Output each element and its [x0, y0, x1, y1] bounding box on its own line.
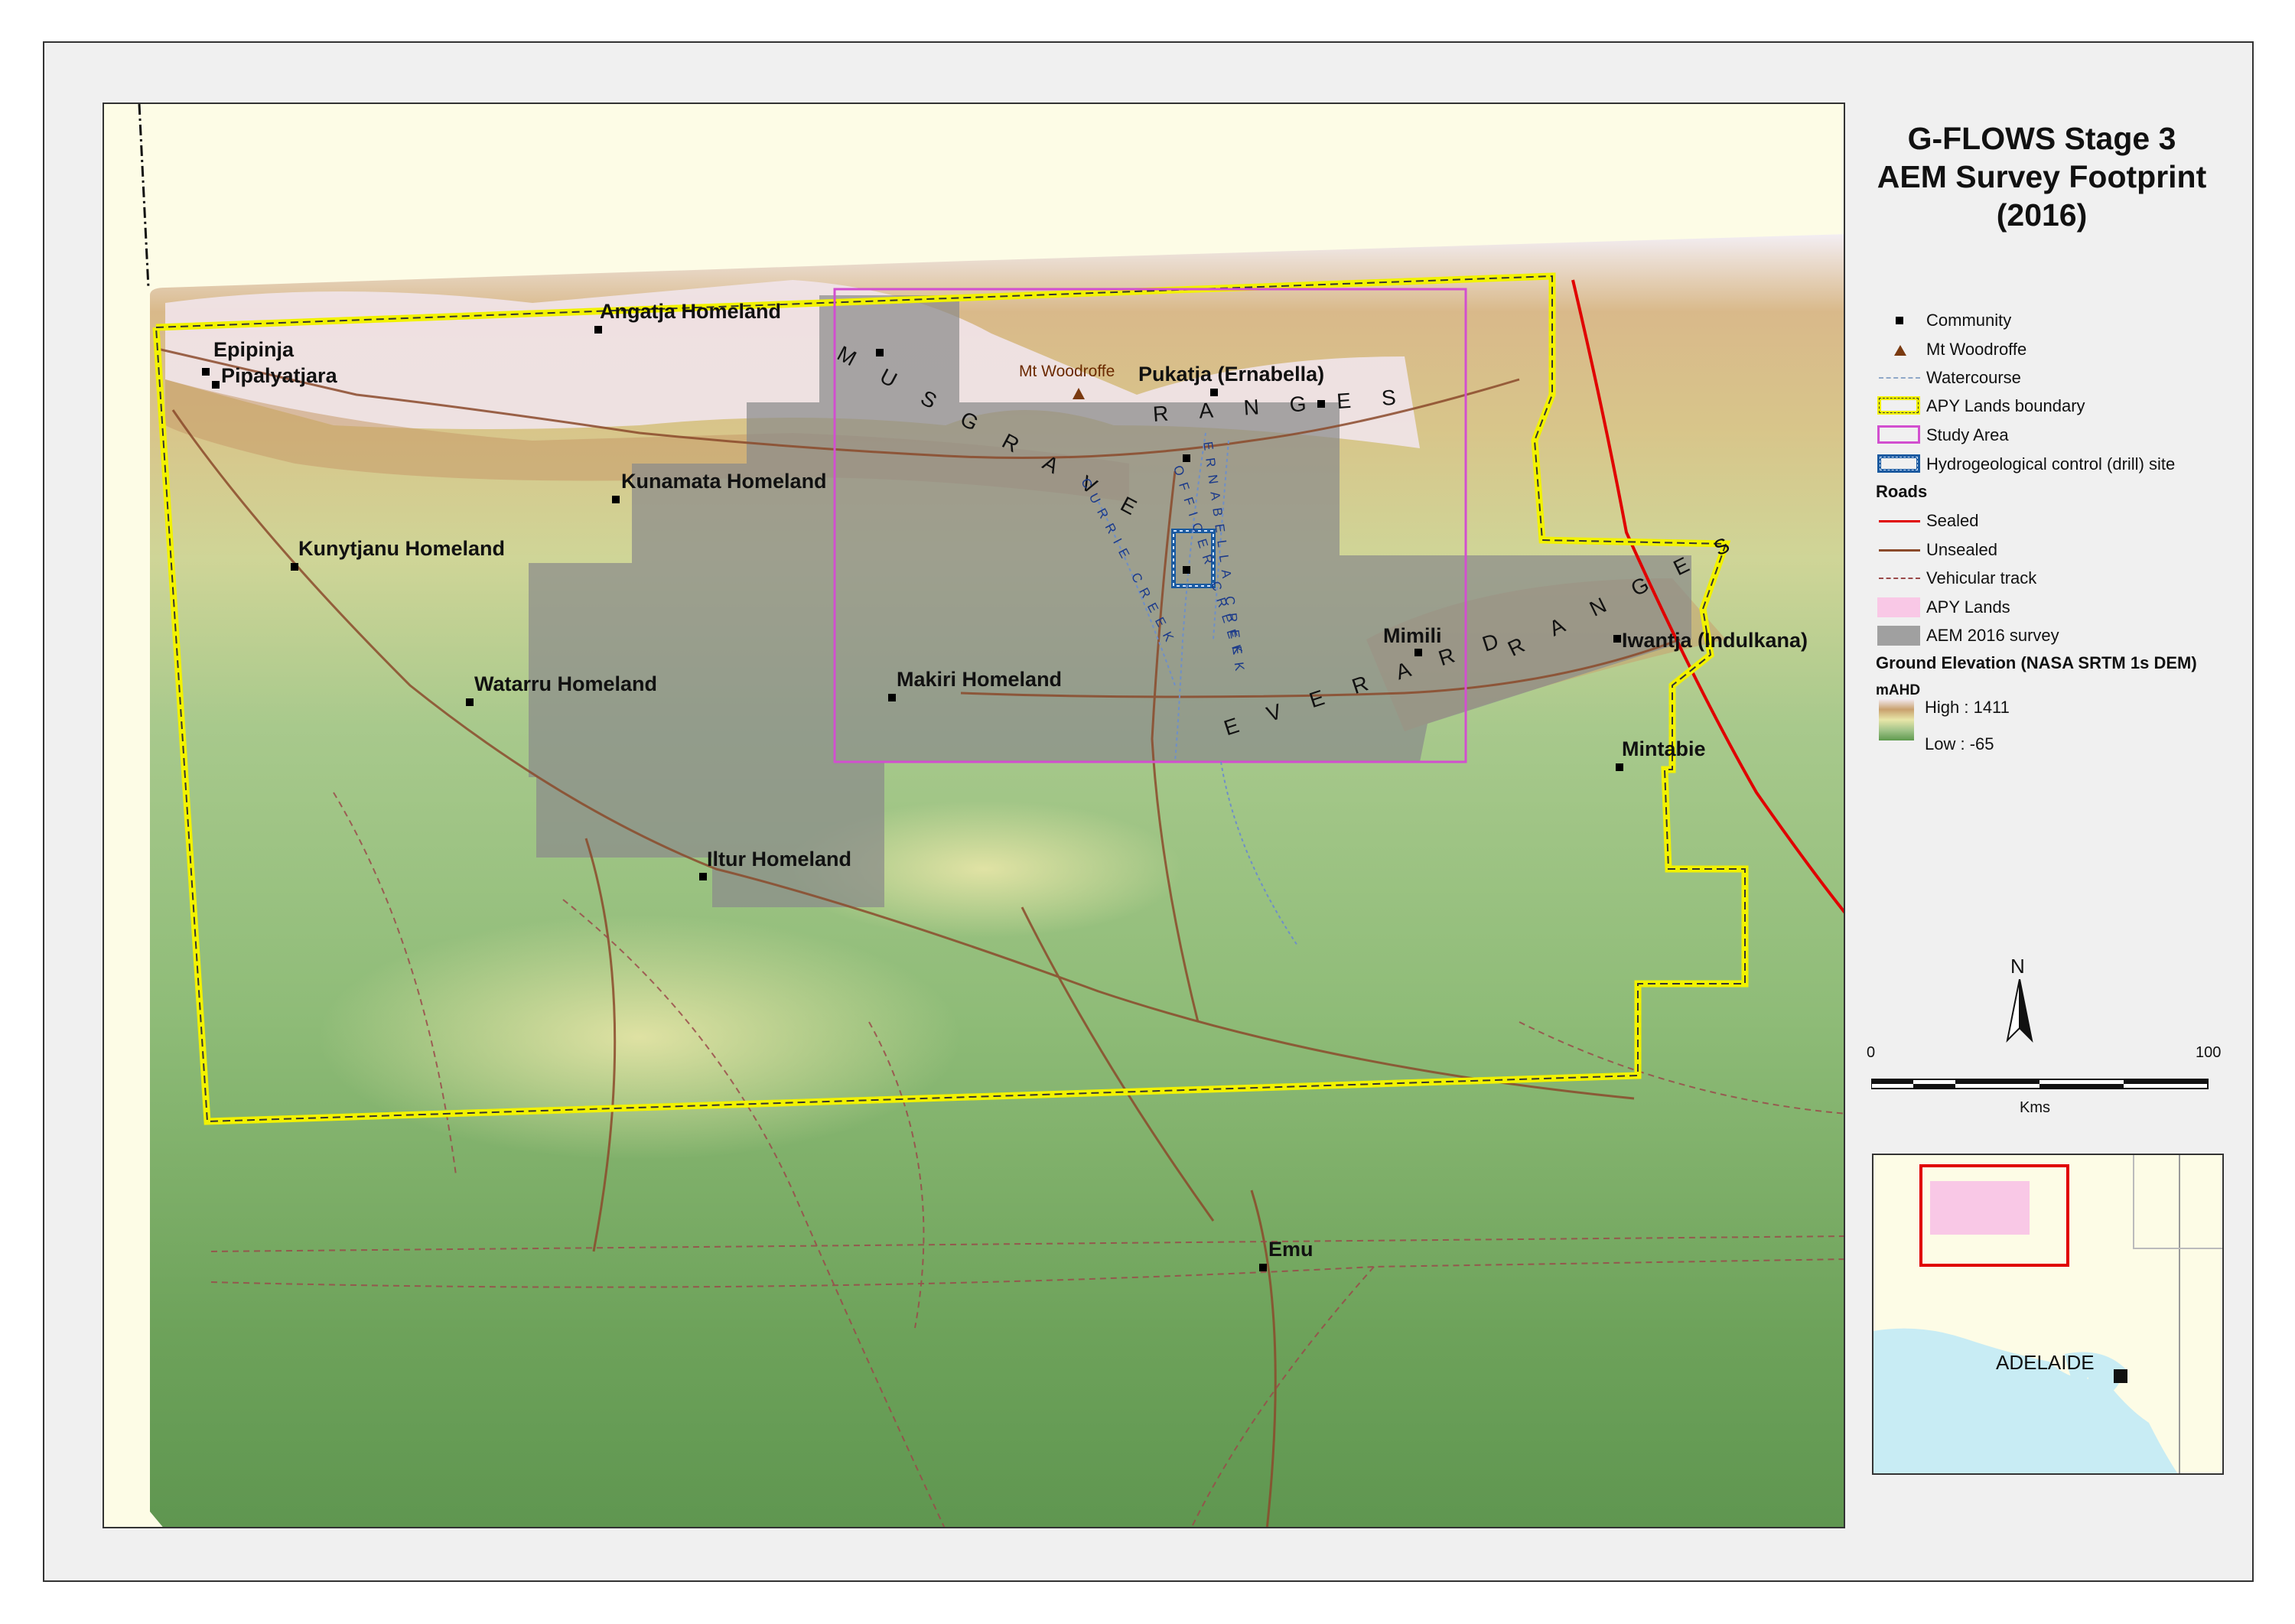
grey-fill-icon: [1876, 624, 1923, 647]
legend-sealed-label: Sealed: [1926, 511, 1979, 530]
community-marker-epipinja: [202, 368, 210, 376]
label-epipinja: Epipinja: [213, 338, 295, 361]
blue-box-icon: [1876, 453, 1923, 476]
scale-bar: 0 100 Kms: [1867, 1044, 2226, 1121]
legend-vehicular-track-label: Vehicular track: [1926, 568, 2037, 587]
legend-drill-site: Hydrogeological control (drill) site: [1876, 453, 2175, 476]
legend-elevation-high: High : 1411: [1925, 698, 2010, 717]
legend-apy-lands-label: APY Lands: [1926, 597, 2010, 617]
elevation-ramp-icon: [1879, 699, 1914, 740]
legend-roads-heading: Roads: [1876, 482, 1928, 501]
inset-adelaide-label: ADELAIDE: [1996, 1351, 2095, 1374]
label-makiri: Makiri Homeland: [897, 668, 1063, 691]
label-watarru: Watarru Homeland: [474, 672, 658, 695]
label-pukatja: Pukatja (Ernabella): [1138, 363, 1325, 386]
sealed-line-icon: [1876, 509, 1923, 532]
dashed-line-icon: [1876, 366, 1923, 389]
label-emu: Emu: [1268, 1238, 1314, 1261]
community-marker-iwantja: [1613, 635, 1621, 643]
legend-mt-woodroffe: Mt Woodroffe: [1876, 338, 2026, 361]
title-line-2: AEM Survey Footprint: [1877, 159, 2207, 194]
yellow-box-icon: [1876, 395, 1923, 418]
label-mimili: Mimili: [1383, 624, 1442, 647]
state-border: [138, 104, 150, 288]
legend-drill-site-label: Hydrogeological control (drill) site: [1926, 454, 2176, 474]
label-kunytjanu: Kunytjanu Homeland: [298, 537, 506, 560]
community-marker-angatja: [594, 326, 602, 334]
legend-sealed: Sealed: [1876, 509, 1979, 532]
dem-highlands-south: [318, 915, 961, 1160]
legend-community: Community: [1876, 309, 2011, 332]
legend-study-area: Study Area: [1876, 424, 2009, 447]
scale-end: 100: [2196, 1044, 2222, 1061]
legend-community-label: Community: [1926, 311, 2012, 330]
title-line-1: G-FLOWS Stage 3: [1907, 121, 2176, 156]
community-marker-musgrave-b: [1183, 454, 1190, 462]
north-label: N: [2010, 955, 2025, 978]
scale-start: 0: [1867, 1044, 1876, 1061]
map-title: G-FLOWS Stage 3 AEM Survey Footprint (20…: [1845, 119, 2238, 234]
legend-elevation-unit: mAHD: [1876, 682, 1921, 698]
legend-mt-woodroffe-label: Mt Woodroffe: [1926, 340, 2027, 359]
inset-adelaide-marker: [2114, 1369, 2127, 1383]
main-map[interactable]: Angatja Homeland Epipinja Pipalyatjara K…: [103, 103, 1845, 1528]
map-graphics: [138, 104, 1844, 1527]
community-marker-watarru: [466, 698, 474, 706]
community-marker-pukatja: [1210, 389, 1218, 396]
community-marker-makiri: [888, 694, 896, 701]
legend-watercourse: Watercourse: [1876, 366, 2021, 389]
label-pipalyatjara: Pipalyatjara: [221, 364, 337, 387]
triangle-marker-icon: [1876, 338, 1923, 361]
label-iwantja: Iwantja (Indulkana): [1622, 629, 1808, 652]
north-arrow-icon: [2006, 979, 2033, 1043]
legend-watercourse-label: Watercourse: [1926, 368, 2021, 387]
legend-study-area-label: Study Area: [1926, 425, 2009, 444]
title-line-3: (2016): [1996, 197, 2088, 233]
legend-apy-boundary-label: APY Lands boundary: [1926, 396, 2085, 415]
community-marker-emu: [1259, 1264, 1267, 1271]
track-line-icon: [1876, 567, 1923, 590]
community-marker-mintabie: [1616, 763, 1623, 771]
legend-apy-lands: APY Lands: [1876, 596, 2010, 619]
legend-elevation-low: Low : -65: [1925, 734, 1994, 753]
legend-apy-boundary: APY Lands boundary: [1876, 395, 2085, 418]
scale-unit: Kms: [2020, 1099, 2050, 1116]
label-mintabie: Mintabie: [1622, 737, 1706, 760]
label-mt-woodroffe: Mt Woodroffe: [1019, 363, 1115, 380]
magenta-box-icon: [1876, 424, 1923, 447]
label-kunamata: Kunamata Homeland: [621, 470, 827, 493]
legend-unsealed: Unsealed: [1876, 539, 1997, 561]
square-marker-icon: [1876, 309, 1923, 332]
label-angatja: Angatja Homeland: [600, 300, 782, 323]
label-iltur: Iltur Homeland: [707, 848, 852, 871]
unsealed-line-icon: [1876, 539, 1923, 561]
pink-fill-icon: [1876, 596, 1923, 619]
community-marker-drill: [1183, 566, 1190, 574]
inset-graphics: [1873, 1155, 2222, 1473]
legend-unsealed-label: Unsealed: [1926, 540, 1997, 559]
community-marker-kunamata: [612, 496, 620, 503]
community-marker-kunytjanu: [291, 563, 298, 571]
legend-aem-survey-label: AEM 2016 survey: [1926, 626, 2059, 645]
community-marker-pipalyatjara: [212, 381, 220, 389]
north-arrow: N: [1997, 955, 2043, 1046]
community-marker-iltur: [699, 873, 707, 880]
community-marker-musgrave-a: [876, 349, 884, 356]
inset-map[interactable]: ADELAIDE: [1872, 1154, 2224, 1475]
inset-apy-lands: [1930, 1181, 2030, 1235]
legend-aem-survey: AEM 2016 survey: [1876, 624, 2059, 647]
legend-elevation-heading: Ground Elevation (NASA SRTM 1s DEM): [1876, 653, 2197, 672]
legend-vehicular-track: Vehicular track: [1876, 567, 2036, 590]
scale-bar-graphic: [1871, 1079, 2209, 1089]
